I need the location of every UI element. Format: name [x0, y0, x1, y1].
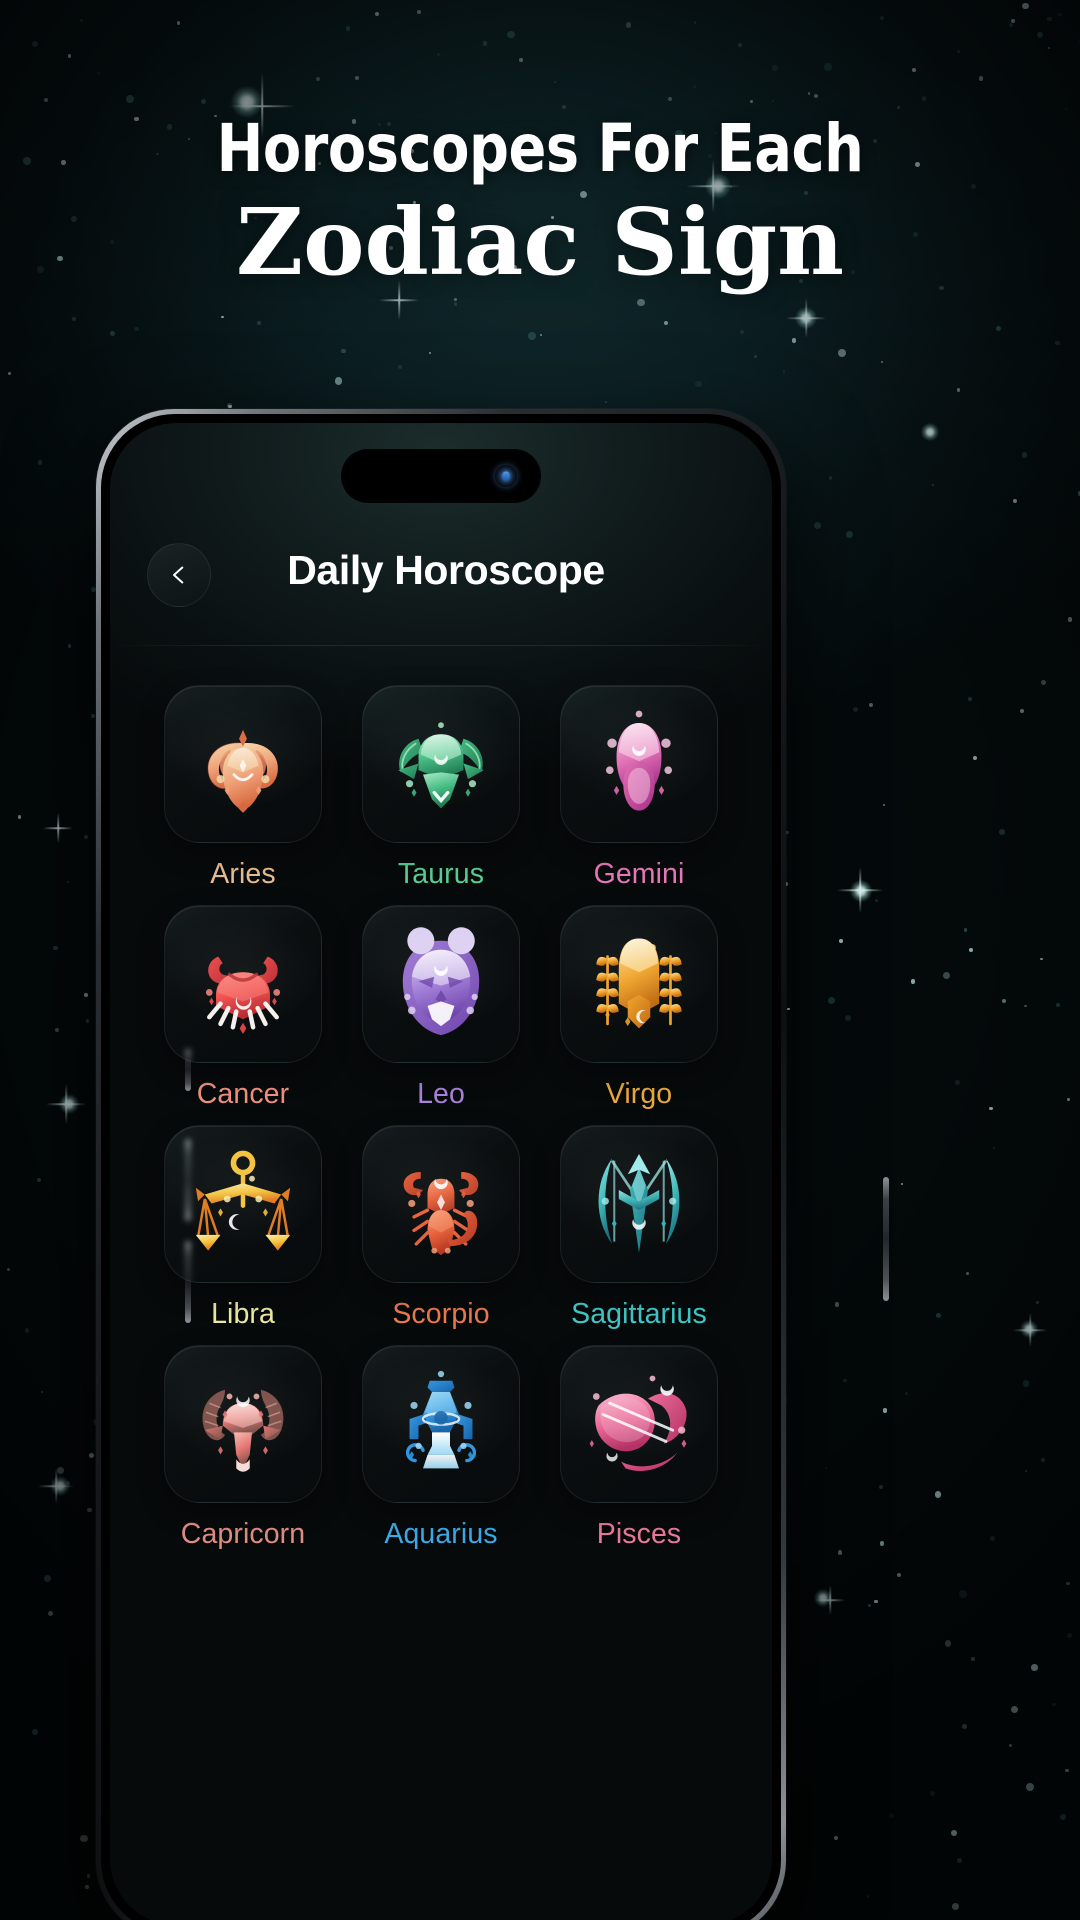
phone-bezel: Daily Horoscope Aries Taurus Gemini Canc… — [101, 414, 781, 1920]
zodiac-card-virgo[interactable]: Virgo — [540, 905, 738, 1111]
zodiac-card-cancer[interactable]: Cancer — [144, 905, 342, 1111]
zodiac-tile[interactable] — [560, 1125, 718, 1283]
ram-icon — [207, 729, 278, 813]
zodiac-label: Aquarius — [384, 1518, 498, 1550]
twins-icon — [605, 710, 673, 811]
zodiac-card-libra[interactable]: Libra — [144, 1125, 342, 1331]
zodiac-card-aries[interactable]: Aries — [144, 685, 342, 891]
zodiac-label: Pisces — [596, 1518, 682, 1550]
zodiac-tile[interactable] — [560, 905, 718, 1063]
dynamic-island — [341, 449, 541, 503]
zodiac-label: Scorpio — [392, 1298, 490, 1330]
page-title: Daily Horoscope — [287, 547, 605, 593]
headline-line-2: Zodiac Sign — [235, 188, 845, 296]
zodiac-card-pisces[interactable]: Pisces — [540, 1345, 738, 1551]
promo-headline: Horoscopes For Each Zodiac Sign — [0, 110, 1080, 296]
zodiac-card-leo[interactable]: Leo — [342, 905, 540, 1111]
headline-line-1: Horoscopes For Each — [216, 110, 864, 187]
zodiac-tile[interactable] — [164, 685, 322, 843]
zodiac-tile[interactable] — [560, 1345, 718, 1503]
zodiac-label: Libra — [211, 1298, 275, 1330]
zodiac-label: Cancer — [196, 1078, 290, 1110]
zodiac-label: Capricorn — [180, 1518, 306, 1550]
lion-icon — [402, 927, 480, 1036]
phone-mockup: Daily Horoscope Aries Taurus Gemini Canc… — [96, 409, 889, 1920]
scorpion-icon — [403, 1171, 479, 1256]
zodiac-tile[interactable] — [362, 905, 520, 1063]
power-button[interactable] — [883, 1177, 889, 1301]
maiden-icon — [596, 938, 682, 1029]
zodiac-card-aquarius[interactable]: Aquarius — [342, 1345, 540, 1551]
fish-icon — [589, 1375, 687, 1471]
zodiac-label: Leo — [417, 1078, 465, 1110]
zodiac-label: Virgo — [605, 1078, 673, 1110]
bull-icon — [398, 722, 484, 809]
zodiac-tile[interactable] — [164, 1345, 322, 1503]
zodiac-tile[interactable] — [164, 905, 322, 1063]
zodiac-card-sagittarius[interactable]: Sagittarius — [540, 1125, 738, 1331]
goat-icon — [202, 1389, 284, 1472]
water-bearer-icon — [405, 1370, 477, 1469]
zodiac-card-scorpio[interactable]: Scorpio — [342, 1125, 540, 1331]
crab-icon — [205, 956, 281, 1035]
zodiac-card-gemini[interactable]: Gemini — [540, 685, 738, 891]
zodiac-tile[interactable] — [560, 685, 718, 843]
zodiac-tile[interactable] — [362, 1125, 520, 1283]
zodiac-label: Gemini — [593, 858, 685, 890]
phone-screen: Daily Horoscope Aries Taurus Gemini Canc… — [110, 423, 772, 1920]
zodiac-card-capricorn[interactable]: Capricorn — [144, 1345, 342, 1551]
zodiac-card-taurus[interactable]: Taurus — [342, 685, 540, 891]
zodiac-tile[interactable] — [362, 685, 520, 843]
zodiac-label: Sagittarius — [571, 1298, 707, 1330]
zodiac-tile[interactable] — [362, 1345, 520, 1503]
zodiac-grid: Aries Taurus Gemini Cancer Leo Virgo Lib… — [110, 685, 772, 1551]
zodiac-label: Aries — [210, 858, 276, 890]
app-header: Daily Horoscope — [110, 535, 772, 623]
header-divider — [110, 645, 772, 646]
scales-icon — [195, 1150, 291, 1251]
zodiac-tile[interactable] — [164, 1125, 322, 1283]
front-camera-icon — [495, 465, 517, 487]
zodiac-label: Taurus — [397, 858, 485, 890]
archer-bow-icon — [598, 1153, 680, 1253]
